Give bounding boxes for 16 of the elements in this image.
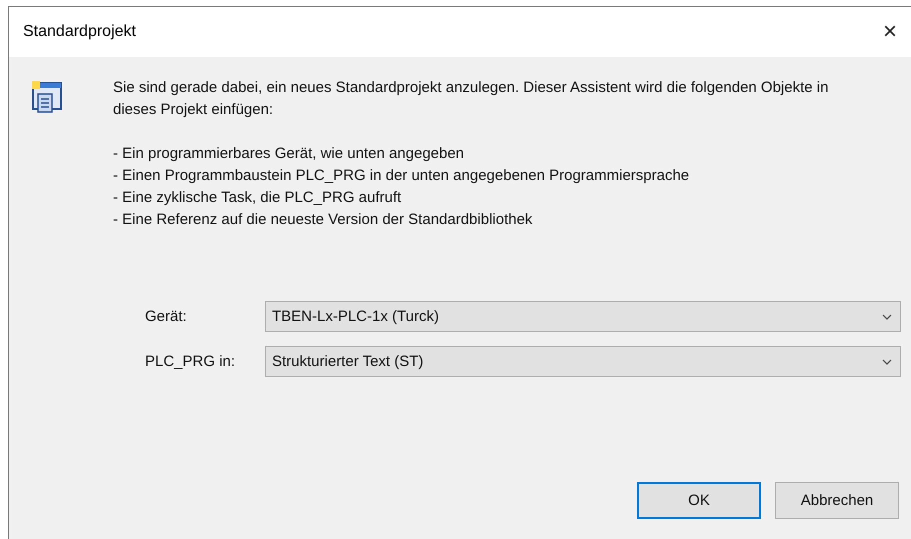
window-title: Standardprojekt xyxy=(23,23,136,41)
list-item-text: - Ein programmierbares Gerät, wie unten angegeben xyxy=(113,144,466,164)
list-item-text: - Eine Referenz auf die neueste Version der Standardbibliothek xyxy=(113,210,534,230)
dialog-button[interactable]: OK xyxy=(637,482,761,519)
list-item-text: - Eine zyklische Task, die PLC_PRG aufruft xyxy=(113,188,402,208)
field-label: PLC_PRG in: xyxy=(145,353,236,370)
close-button[interactable]: × xyxy=(878,18,901,46)
field-label: Gerät: xyxy=(145,308,188,325)
dropdown[interactable]: TBEN-Lx-PLC-1x (Turck) xyxy=(265,301,901,332)
chevron-down-icon xyxy=(882,314,892,320)
list-item-text: - Einen Programmbaustein PLC_PRG in der unten angegebenen Programmiersprache xyxy=(113,166,690,186)
dialog-button[interactable]: Abbrechen xyxy=(775,482,899,519)
intro-text: Sie sind gerade dabei, ein neues Standardprojekt anzulegen. Dieser Assistent wird die folgenden Objekte in dieses Projekt einfügen: xyxy=(113,78,830,120)
chevron-down-icon xyxy=(882,358,892,364)
window-document-icon xyxy=(30,80,64,114)
dropdown[interactable]: Strukturierter Text (ST) xyxy=(265,346,901,377)
